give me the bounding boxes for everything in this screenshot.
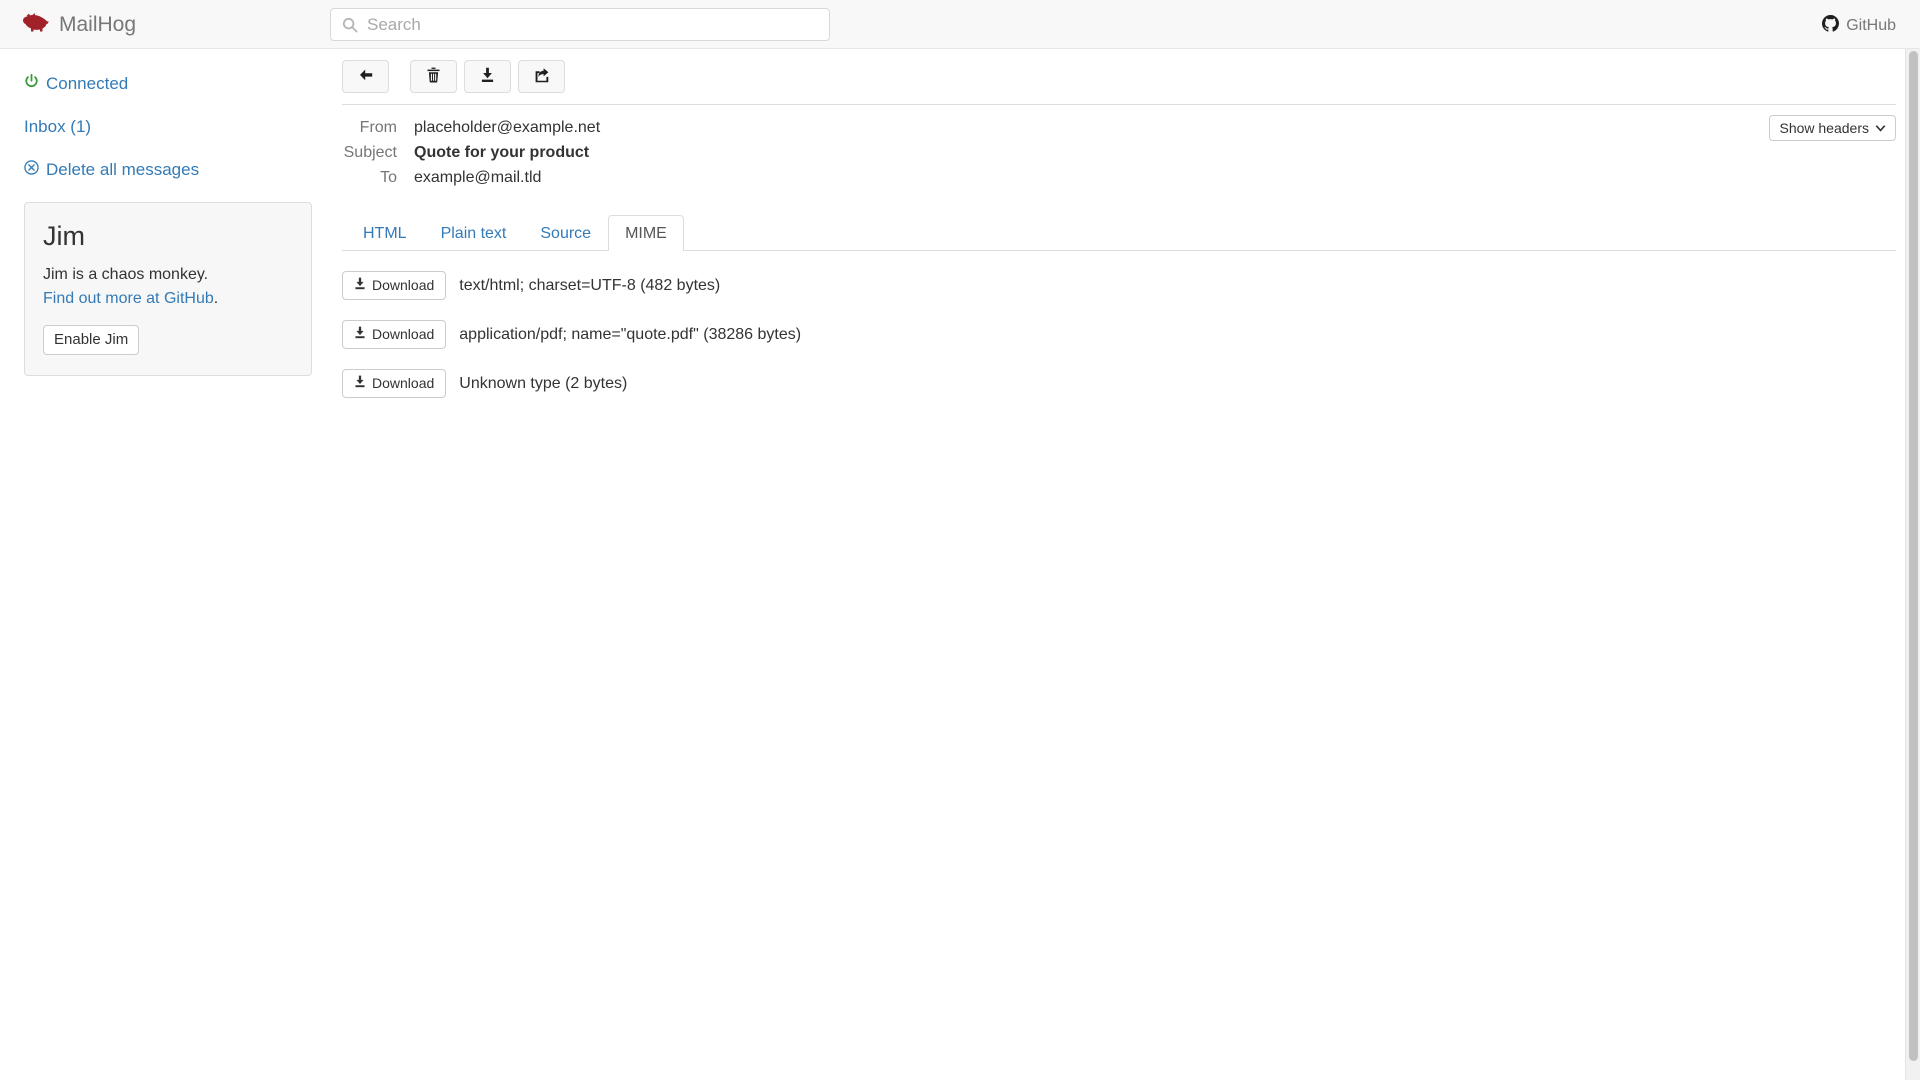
delete-button[interactable] [410, 60, 457, 93]
tab-plain-text[interactable]: Plain text [424, 215, 524, 251]
tab-html[interactable]: HTML [346, 215, 424, 251]
jim-panel: Jim Jim is a chaos monkey. Find out more… [24, 202, 312, 376]
top-navbar: MailHog GitHub [0, 0, 1920, 49]
pig-icon [22, 12, 49, 36]
header-label-to: To [380, 169, 397, 186]
show-headers-label: Show headers [1779, 120, 1869, 136]
inbox-label[interactable]: Inbox (1) [24, 116, 91, 138]
header-value-to: example@mail.tld [414, 169, 542, 186]
mime-part-row: Download text/html; charset=UTF-8 (482 b… [342, 271, 1896, 300]
mime-part-description: text/html; charset=UTF-8 (482 bytes) [459, 276, 721, 294]
mime-download-label: Download [372, 375, 435, 391]
header-row-to: To example@mail.tld [342, 165, 1896, 190]
brand-link[interactable]: MailHog [22, 12, 137, 36]
message-tabs: HTML Plain text Source MIME [342, 215, 1896, 251]
connection-status: Connected [24, 73, 310, 95]
mime-part-row: Download Unknown type (2 bytes) [342, 369, 1896, 398]
connection-status-label: Connected [46, 74, 129, 93]
mime-part-row: Download application/pdf; name="quote.pd… [342, 320, 1896, 349]
download-icon [354, 326, 366, 343]
chevron-down-icon [1875, 120, 1886, 136]
search-box[interactable] [330, 8, 830, 41]
search-icon [342, 17, 358, 33]
jim-panel-description: Jim is a chaos monkey. [43, 266, 209, 283]
header-label-from: From [359, 119, 397, 136]
power-icon [24, 73, 39, 95]
jim-github-link[interactable]: Find out more at GitHub [43, 290, 214, 307]
mime-download-button[interactable]: Download [342, 320, 447, 349]
mime-download-button[interactable]: Download [342, 369, 447, 398]
sidebar-item-inbox[interactable]: Inbox (1) [24, 116, 310, 138]
download-button[interactable] [464, 60, 511, 93]
scrollbar-thumb[interactable] [1909, 51, 1918, 1061]
download-icon [354, 375, 366, 392]
search-container [330, 8, 830, 41]
download-icon [480, 67, 495, 86]
header-value-from: placeholder@example.net [414, 119, 601, 136]
github-icon [1822, 15, 1840, 37]
sidebar: Connected Inbox (1) Delete all messages … [0, 49, 330, 1080]
x-circle-icon [24, 159, 39, 181]
message-toolbar [342, 49, 1896, 93]
header-row-subject: Subject Quote for your product [342, 140, 1896, 165]
header-value-subject: Quote for your product [414, 144, 590, 161]
jim-link-suffix: . [213, 290, 219, 307]
release-icon [534, 67, 550, 86]
github-link[interactable]: GitHub [1822, 15, 1896, 37]
mime-part-description: application/pdf; name="quote.pdf" (38286… [459, 325, 802, 343]
delete-all-label[interactable]: Delete all messages [46, 159, 199, 181]
show-headers-dropdown[interactable]: Show headers [1769, 115, 1896, 141]
brand-label: MailHog [59, 12, 137, 36]
download-icon [354, 277, 366, 294]
sidebar-item-delete-all[interactable]: Delete all messages [24, 159, 310, 181]
mime-part-description: Unknown type (2 bytes) [459, 374, 628, 392]
tab-mime[interactable]: MIME [608, 215, 684, 251]
github-label: GitHub [1846, 17, 1896, 34]
mime-download-button[interactable]: Download [342, 271, 447, 300]
message-view: From placeholder@example.net Subject Quo… [330, 49, 1920, 1080]
release-button[interactable] [518, 60, 565, 93]
header-row-from: From placeholder@example.net [342, 115, 1896, 140]
arrow-left-icon [358, 67, 374, 86]
vertical-scrollbar[interactable] [1905, 49, 1920, 1080]
mime-download-label: Download [372, 326, 435, 342]
page-body: Connected Inbox (1) Delete all messages … [0, 49, 1920, 1080]
message-headers: From placeholder@example.net Subject Quo… [342, 105, 1896, 190]
search-input[interactable] [365, 9, 823, 40]
mime-download-label: Download [372, 277, 435, 293]
tab-source[interactable]: Source [523, 215, 608, 251]
jim-panel-title: Jim [43, 221, 85, 251]
toolbar-spacer [396, 60, 403, 93]
mime-parts-list: Download text/html; charset=UTF-8 (482 b… [342, 251, 1896, 398]
back-button[interactable] [342, 60, 389, 93]
trash-icon [426, 67, 441, 86]
header-label-subject: Subject [343, 144, 397, 161]
jim-panel-link-row: Find out more at GitHub. [43, 288, 293, 310]
enable-jim-button[interactable]: Enable Jim [43, 325, 140, 355]
